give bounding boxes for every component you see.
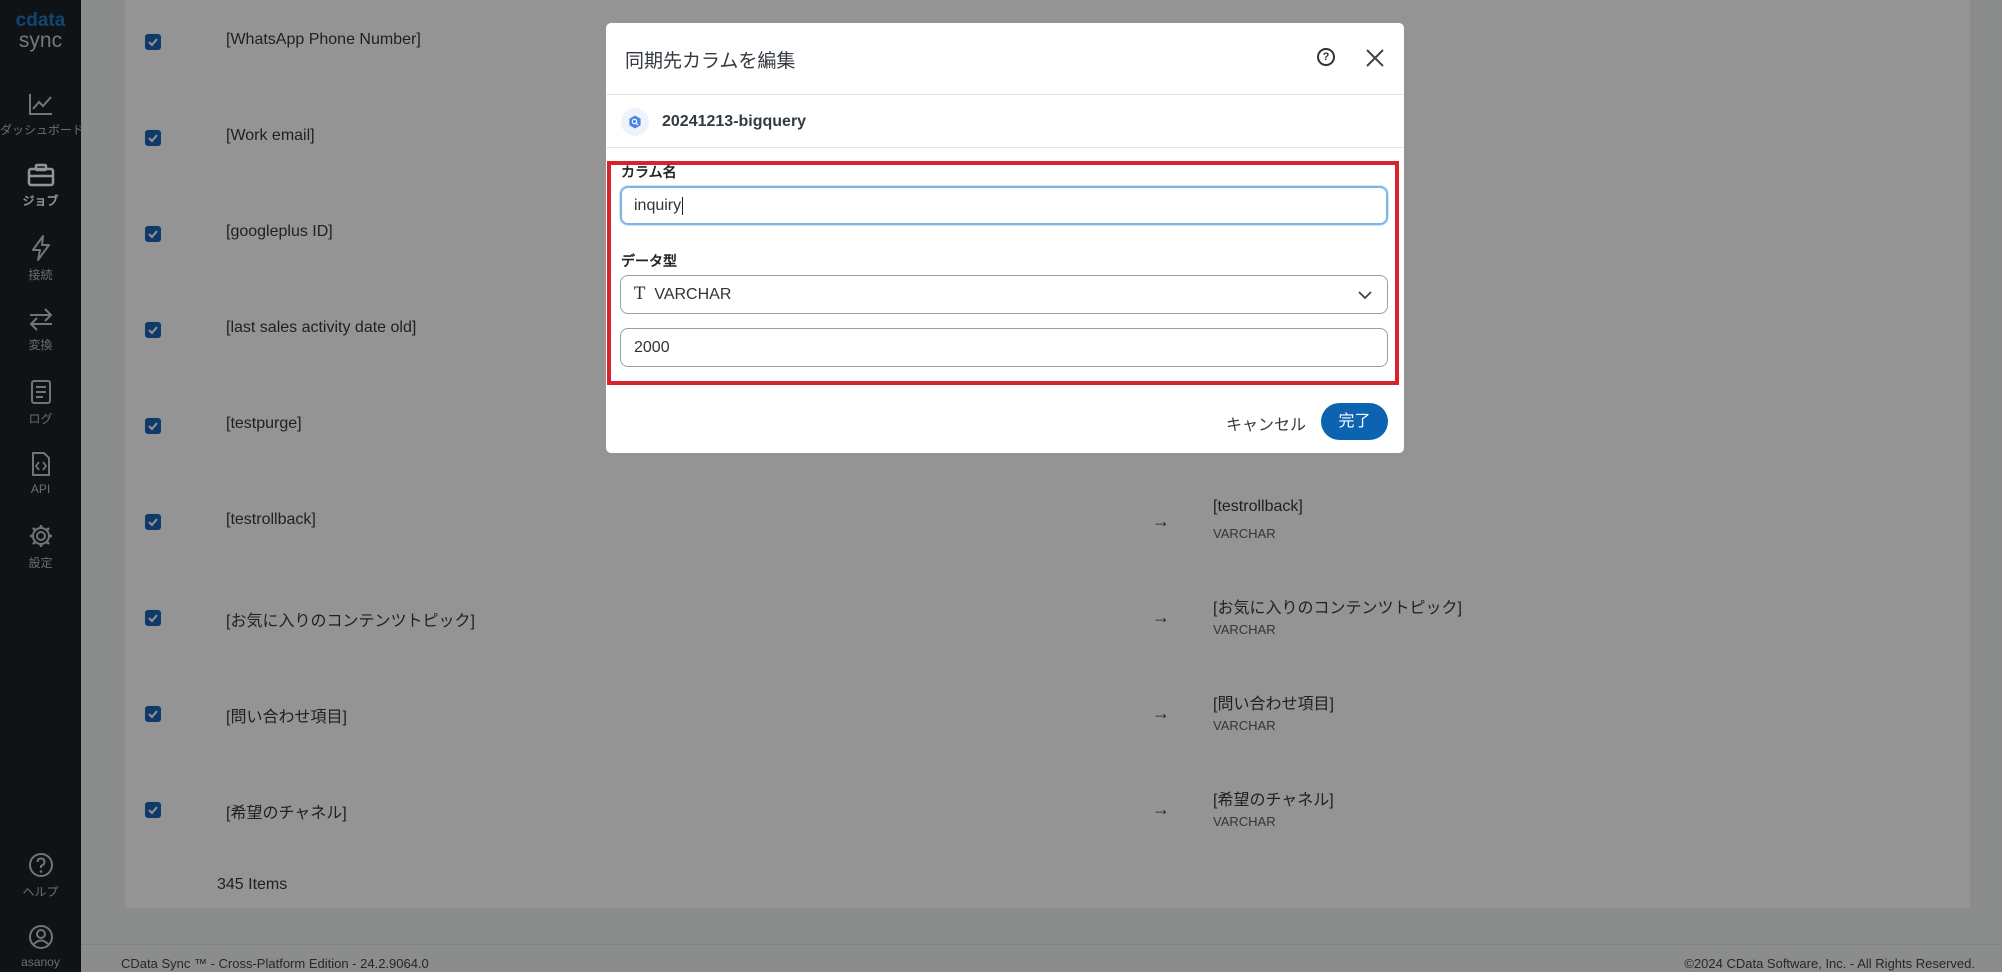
done-button[interactable]: 完了 xyxy=(1321,403,1388,440)
length-input[interactable]: 2000 xyxy=(620,328,1388,367)
help-icon[interactable]: ? xyxy=(1317,48,1335,66)
data-type-select[interactable]: T VARCHAR xyxy=(620,275,1388,314)
column-name-value: inquiry xyxy=(634,197,682,214)
chevron-down-icon xyxy=(1358,291,1372,300)
edit-destination-column-dialog: 同期先カラムを編集 ? 20241213-bigquery カラム名 inqui… xyxy=(606,23,1404,453)
length-value: 2000 xyxy=(634,339,670,356)
column-name-input[interactable]: inquiry xyxy=(620,186,1388,225)
bigquery-icon xyxy=(621,108,649,136)
dialog-footer: キャンセル 完了 xyxy=(606,389,1404,453)
connection-header: 20241213-bigquery xyxy=(606,96,1404,148)
close-icon[interactable] xyxy=(1364,47,1386,69)
text-type-icon: T xyxy=(634,284,646,304)
data-type-value: VARCHAR xyxy=(654,286,732,303)
connection-name: 20241213-bigquery xyxy=(662,113,807,130)
column-name-label: カラム名 xyxy=(621,164,677,180)
data-type-label: データ型 xyxy=(621,253,677,269)
dialog-header: 同期先カラムを編集 ? xyxy=(606,23,1404,95)
cancel-button[interactable]: キャンセル xyxy=(1226,411,1306,435)
text-cursor xyxy=(682,196,684,215)
dialog-title: 同期先カラムを編集 xyxy=(625,51,796,72)
